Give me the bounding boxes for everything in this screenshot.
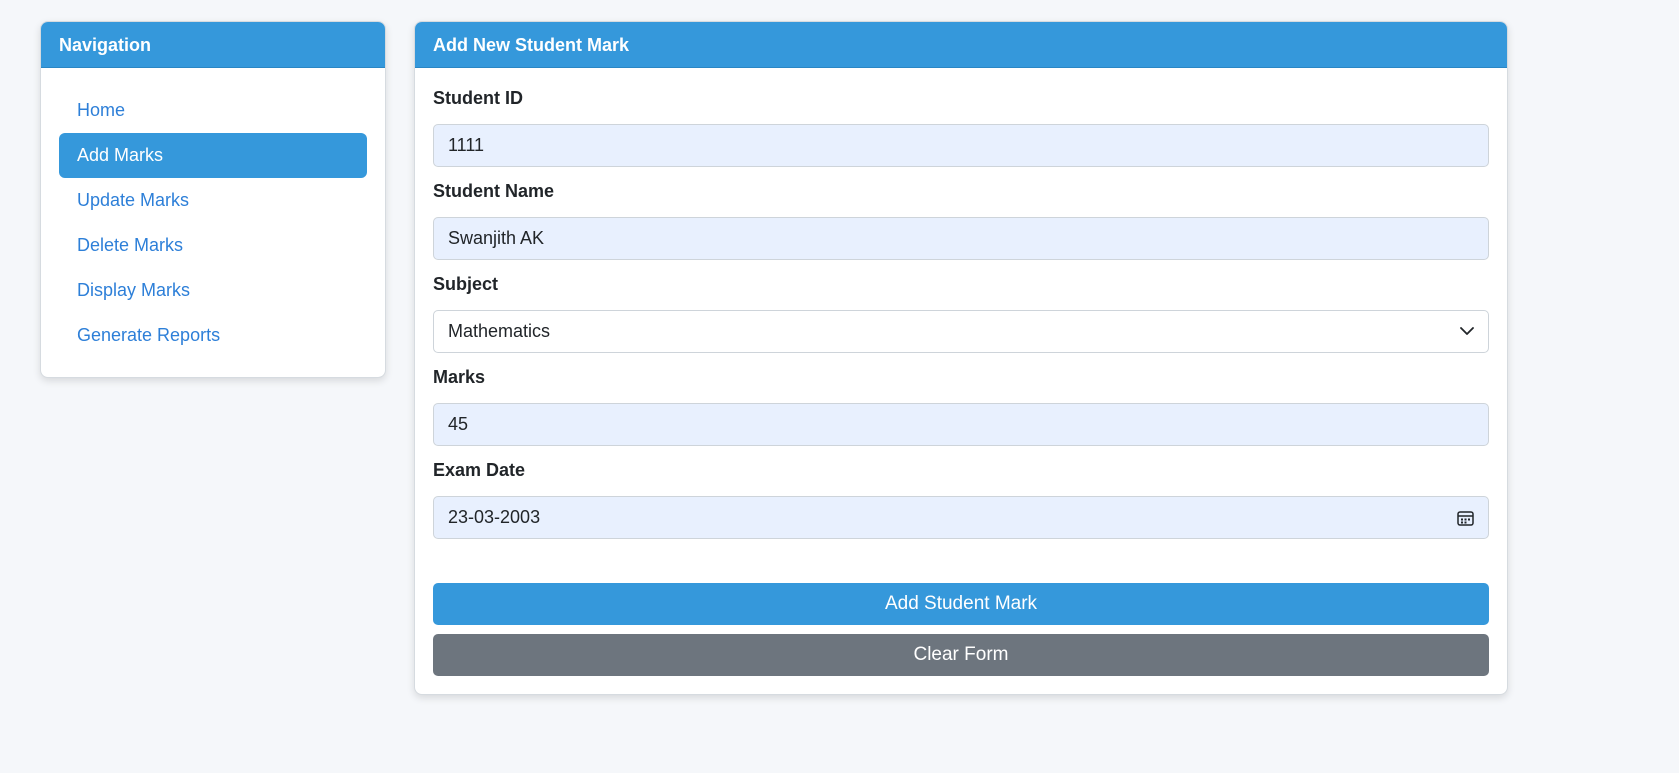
subject-label: Subject xyxy=(433,274,499,294)
exam-date-label: Exam Date xyxy=(433,460,526,480)
subject-field: Subject Mathematics xyxy=(433,272,1489,353)
exam-date-input[interactable]: 23-03-2003 xyxy=(433,496,1489,539)
form-title: Add New Student Mark xyxy=(415,22,1507,68)
nav-item-delete-marks[interactable]: Delete Marks xyxy=(59,223,367,268)
subject-selected-value: Mathematics xyxy=(448,321,551,341)
add-student-mark-button[interactable]: Add Student Mark xyxy=(433,583,1489,625)
nav-item-display-marks[interactable]: Display Marks xyxy=(59,268,367,313)
navigation-panel: Navigation Home Add Marks Update Marks D… xyxy=(40,21,386,378)
nav-item-generate-reports[interactable]: Generate Reports xyxy=(59,313,367,358)
add-mark-form-panel: Add New Student Mark Student ID 1111 Stu… xyxy=(414,21,1508,695)
nav-item-add-marks[interactable]: Add Marks xyxy=(59,133,367,178)
navigation-list: Home Add Marks Update Marks Delete Marks… xyxy=(41,68,385,358)
student-id-label: Student ID xyxy=(433,88,523,108)
calendar-icon[interactable] xyxy=(1457,497,1474,538)
nav-item-update-marks[interactable]: Update Marks xyxy=(59,178,367,223)
marks-field: Marks 45 xyxy=(433,365,1489,446)
marks-input[interactable]: 45 xyxy=(433,403,1489,446)
student-name-label: Student Name xyxy=(433,181,555,201)
exam-date-value: 23-03-2003 xyxy=(448,507,541,527)
marks-label: Marks xyxy=(433,367,486,387)
chevron-down-icon xyxy=(1460,311,1474,352)
exam-date-field: Exam Date 23-03-2003 xyxy=(433,458,1489,539)
subject-select[interactable]: Mathematics xyxy=(433,310,1489,353)
student-id-input[interactable]: 1111 xyxy=(433,124,1489,167)
nav-item-home[interactable]: Home xyxy=(59,88,367,133)
student-id-field: Student ID 1111 xyxy=(433,86,1489,167)
student-name-input[interactable]: Swanjith AK xyxy=(433,217,1489,260)
student-name-field: Student Name Swanjith AK xyxy=(433,179,1489,260)
navigation-title: Navigation xyxy=(41,22,385,68)
clear-form-button[interactable]: Clear Form xyxy=(433,634,1489,676)
